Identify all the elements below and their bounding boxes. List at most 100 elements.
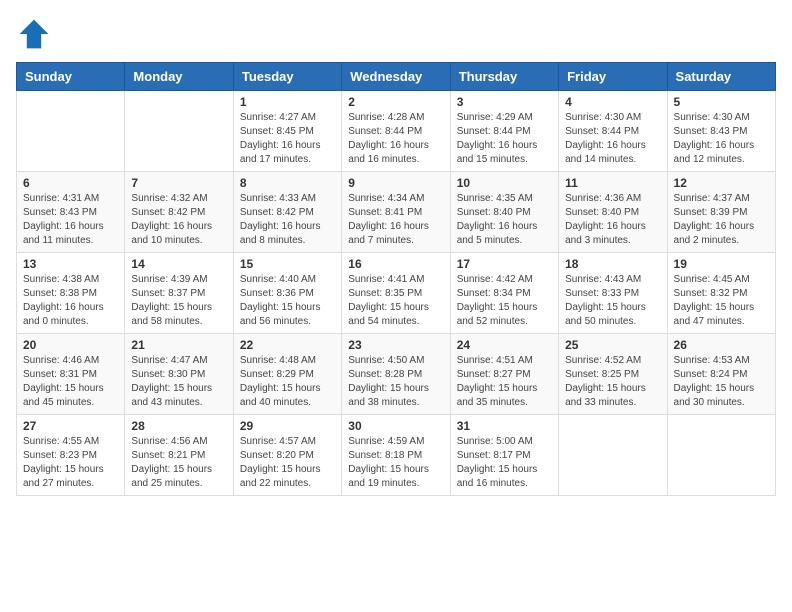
calendar-cell: 2 Sunrise: 4:28 AM Sunset: 8:44 PM Daylig… [342, 91, 450, 172]
day-number: 10 [457, 176, 552, 190]
calendar-cell: 12 Sunrise: 4:37 AM Sunset: 8:39 PM Dayli… [667, 172, 775, 253]
day-number: 23 [348, 338, 443, 352]
day-info: Sunrise: 4:59 AM Sunset: 8:18 PM Dayligh… [348, 435, 443, 491]
day-number: 9 [348, 176, 443, 190]
day-info: Sunrise: 4:32 AM Sunset: 8:42 PM Dayligh… [131, 192, 226, 248]
day-number: 31 [457, 419, 552, 433]
calendar-cell [17, 91, 125, 172]
calendar-cell: 27 Sunrise: 4:55 AM Sunset: 8:23 PM Dayli… [17, 415, 125, 496]
calendar-cell: 18 Sunrise: 4:43 AM Sunset: 8:33 PM Dayli… [559, 253, 667, 334]
calendar-cell: 20 Sunrise: 4:46 AM Sunset: 8:31 PM Dayli… [17, 334, 125, 415]
day-info: Sunrise: 4:28 AM Sunset: 8:44 PM Dayligh… [348, 111, 443, 167]
day-info: Sunrise: 4:45 AM Sunset: 8:32 PM Dayligh… [674, 273, 769, 329]
calendar-cell: 29 Sunrise: 4:57 AM Sunset: 8:20 PM Dayli… [233, 415, 341, 496]
logo [16, 16, 56, 52]
calendar-cell: 11 Sunrise: 4:36 AM Sunset: 8:40 PM Dayli… [559, 172, 667, 253]
day-number: 17 [457, 257, 552, 271]
day-info: Sunrise: 4:46 AM Sunset: 8:31 PM Dayligh… [23, 354, 118, 410]
calendar-header-row: SundayMondayTuesdayWednesdayThursdayFrid… [17, 63, 776, 91]
calendar-cell [125, 91, 233, 172]
day-number: 12 [674, 176, 769, 190]
day-info: Sunrise: 4:39 AM Sunset: 8:37 PM Dayligh… [131, 273, 226, 329]
calendar-cell: 1 Sunrise: 4:27 AM Sunset: 8:45 PM Daylig… [233, 91, 341, 172]
day-number: 1 [240, 95, 335, 109]
day-number: 6 [23, 176, 118, 190]
logo-icon [16, 16, 52, 52]
calendar-week-3: 13 Sunrise: 4:38 AM Sunset: 8:38 PM Dayli… [17, 253, 776, 334]
page-header [16, 16, 776, 52]
calendar-cell: 16 Sunrise: 4:41 AM Sunset: 8:35 PM Dayli… [342, 253, 450, 334]
day-number: 13 [23, 257, 118, 271]
day-info: Sunrise: 4:31 AM Sunset: 8:43 PM Dayligh… [23, 192, 118, 248]
calendar-cell: 28Sunrise: 4:56 AM Sunset: 8:21 PM Dayli… [125, 415, 233, 496]
day-number: 15 [240, 257, 335, 271]
calendar-cell: 4Sunrise: 4:30 AM Sunset: 8:44 PM Daylig… [559, 91, 667, 172]
day-number: 27 [23, 419, 118, 433]
calendar-cell: 22Sunrise: 4:48 AM Sunset: 8:29 PM Dayli… [233, 334, 341, 415]
day-info: Sunrise: 4:30 AM Sunset: 8:44 PM Dayligh… [565, 111, 660, 167]
day-number: 19 [674, 257, 769, 271]
day-info: Sunrise: 4:27 AM Sunset: 8:45 PM Dayligh… [240, 111, 335, 167]
calendar-cell: 17 Sunrise: 4:42 AM Sunset: 8:34 PM Dayli… [450, 253, 558, 334]
day-info: Sunrise: 4:55 AM Sunset: 8:23 PM Dayligh… [23, 435, 118, 491]
day-info: Sunrise: 4:37 AM Sunset: 8:39 PM Dayligh… [674, 192, 769, 248]
calendar-cell: 10 Sunrise: 4:35 AM Sunset: 8:40 PM Dayli… [450, 172, 558, 253]
calendar-header-wednesday: Wednesday [342, 63, 450, 91]
day-info: Sunrise: 5:00 AM Sunset: 8:17 PM Dayligh… [457, 435, 552, 491]
calendar-header-tuesday: Tuesday [233, 63, 341, 91]
calendar-header-thursday: Thursday [450, 63, 558, 91]
calendar-cell: 21 Sunrise: 4:47 AM Sunset: 8:30 PM Dayli… [125, 334, 233, 415]
calendar-cell: 8 Sunrise: 4:33 AM Sunset: 8:42 PM Daylig… [233, 172, 341, 253]
calendar-header-monday: Monday [125, 63, 233, 91]
day-number: 3 [457, 95, 552, 109]
calendar-cell: 19 Sunrise: 4:45 AM Sunset: 8:32 PM Dayli… [667, 253, 775, 334]
day-number: 14 [131, 257, 226, 271]
day-number: 5 [674, 95, 769, 109]
day-number: 24 [457, 338, 552, 352]
calendar-cell: 13 Sunrise: 4:38 AM Sunset: 8:38 PM Dayli… [17, 253, 125, 334]
calendar-header-saturday: Saturday [667, 63, 775, 91]
calendar-cell: 7Sunrise: 4:32 AM Sunset: 8:42 PM Daylig… [125, 172, 233, 253]
day-info: Sunrise: 4:42 AM Sunset: 8:34 PM Dayligh… [457, 273, 552, 329]
day-number: 26 [674, 338, 769, 352]
day-info: Sunrise: 4:38 AM Sunset: 8:38 PM Dayligh… [23, 273, 118, 329]
day-info: Sunrise: 4:50 AM Sunset: 8:28 PM Dayligh… [348, 354, 443, 410]
calendar-header-sunday: Sunday [17, 63, 125, 91]
calendar-week-5: 27 Sunrise: 4:55 AM Sunset: 8:23 PM Dayli… [17, 415, 776, 496]
day-info: Sunrise: 4:33 AM Sunset: 8:42 PM Dayligh… [240, 192, 335, 248]
calendar-cell: 9Sunrise: 4:34 AM Sunset: 8:41 PM Daylig… [342, 172, 450, 253]
day-number: 11 [565, 176, 660, 190]
day-info: Sunrise: 4:57 AM Sunset: 8:20 PM Dayligh… [240, 435, 335, 491]
day-info: Sunrise: 4:35 AM Sunset: 8:40 PM Dayligh… [457, 192, 552, 248]
day-number: 29 [240, 419, 335, 433]
day-info: Sunrise: 4:47 AM Sunset: 8:30 PM Dayligh… [131, 354, 226, 410]
calendar-cell: 15 Sunrise: 4:40 AM Sunset: 8:36 PM Dayli… [233, 253, 341, 334]
calendar-week-2: 6 Sunrise: 4:31 AM Sunset: 8:43 PM Daylig… [17, 172, 776, 253]
day-number: 21 [131, 338, 226, 352]
day-info: Sunrise: 4:36 AM Sunset: 8:40 PM Dayligh… [565, 192, 660, 248]
day-info: Sunrise: 4:51 AM Sunset: 8:27 PM Dayligh… [457, 354, 552, 410]
calendar-week-1: 1 Sunrise: 4:27 AM Sunset: 8:45 PM Daylig… [17, 91, 776, 172]
day-number: 16 [348, 257, 443, 271]
day-info: Sunrise: 4:43 AM Sunset: 8:33 PM Dayligh… [565, 273, 660, 329]
day-number: 2 [348, 95, 443, 109]
day-info: Sunrise: 4:52 AM Sunset: 8:25 PM Dayligh… [565, 354, 660, 410]
calendar-cell: 24 Sunrise: 4:51 AM Sunset: 8:27 PM Dayli… [450, 334, 558, 415]
calendar-cell: 30Sunrise: 4:59 AM Sunset: 8:18 PM Dayli… [342, 415, 450, 496]
day-info: Sunrise: 4:53 AM Sunset: 8:24 PM Dayligh… [674, 354, 769, 410]
calendar-cell: 23 Sunrise: 4:50 AM Sunset: 8:28 PM Dayli… [342, 334, 450, 415]
day-info: Sunrise: 4:30 AM Sunset: 8:43 PM Dayligh… [674, 111, 769, 167]
day-info: Sunrise: 4:40 AM Sunset: 8:36 PM Dayligh… [240, 273, 335, 329]
calendar-header-friday: Friday [559, 63, 667, 91]
day-info: Sunrise: 4:56 AM Sunset: 8:21 PM Dayligh… [131, 435, 226, 491]
calendar-cell: 6 Sunrise: 4:31 AM Sunset: 8:43 PM Daylig… [17, 172, 125, 253]
day-number: 25 [565, 338, 660, 352]
day-info: Sunrise: 4:48 AM Sunset: 8:29 PM Dayligh… [240, 354, 335, 410]
day-number: 20 [23, 338, 118, 352]
calendar-cell [667, 415, 775, 496]
calendar-cell: 3Sunrise: 4:29 AM Sunset: 8:44 PM Daylig… [450, 91, 558, 172]
day-number: 18 [565, 257, 660, 271]
day-info: Sunrise: 4:41 AM Sunset: 8:35 PM Dayligh… [348, 273, 443, 329]
day-number: 8 [240, 176, 335, 190]
calendar-week-4: 20 Sunrise: 4:46 AM Sunset: 8:31 PM Dayli… [17, 334, 776, 415]
